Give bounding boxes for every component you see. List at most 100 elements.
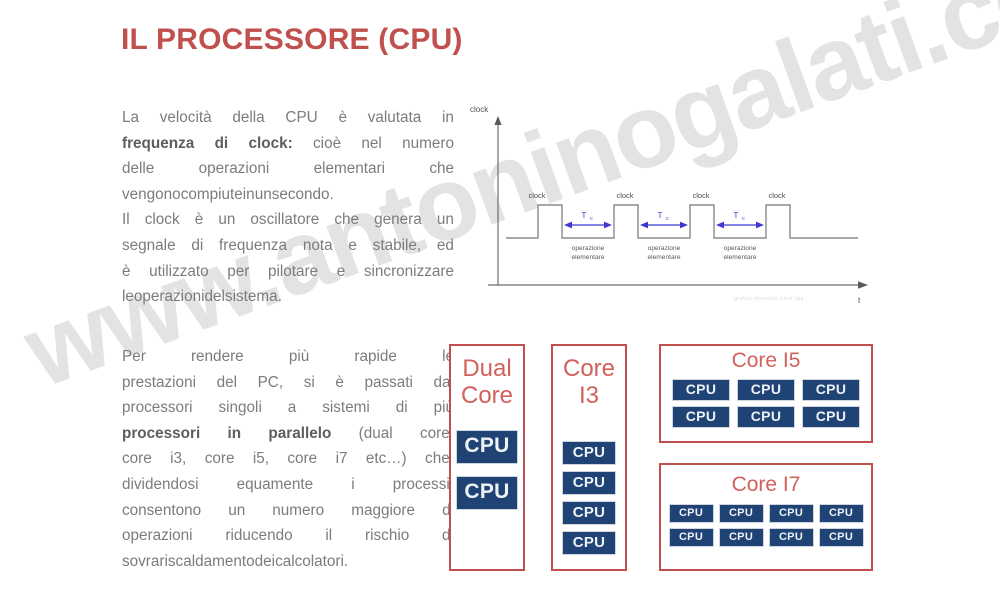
period-subscript: c — [590, 216, 593, 222]
text-line: sovrariscaldamento dei calcolatori. — [122, 549, 454, 575]
text-word: Il — [122, 211, 130, 229]
text-word: stabile, — [372, 236, 422, 254]
text-word: operazioni — [122, 527, 193, 545]
text-word: maggiore — [351, 501, 416, 519]
text-word: sovrariscaldamento — [122, 552, 255, 570]
text-word: core — [204, 450, 235, 468]
text-word: di — [191, 236, 204, 254]
text-word: genera — [374, 211, 422, 229]
panel-title: Dual Core — [451, 355, 523, 410]
cpu-chip: CPU — [768, 503, 814, 523]
period-labels: T c T c T c — [582, 211, 745, 222]
text-word: delle — [122, 160, 155, 178]
text-word: rischio — [365, 527, 410, 545]
cpu-chip: CPU — [718, 527, 764, 547]
panel-core-i3: Core I3 CPU CPU CPU CPU — [551, 344, 627, 571]
text-word: un — [436, 211, 454, 229]
text-word: compiute — [180, 185, 243, 203]
cpu-chip: CPU — [718, 503, 764, 523]
cpu-chip: CPU — [768, 527, 814, 547]
text-word: e — [348, 236, 357, 254]
cpu-chip: CPU — [802, 405, 860, 428]
text-word: consentono — [122, 501, 202, 519]
cpu-chip: CPU — [672, 378, 730, 401]
text-word: vengono — [122, 185, 181, 203]
operation-label-line1: operazione — [648, 245, 681, 252]
panel-dual-core: Dual Core CPU CPU — [449, 344, 525, 571]
cpu-chip: CPU — [562, 470, 616, 495]
text-line: La velocità della CPU è valutata in — [122, 105, 454, 131]
text-word: dividendosi — [122, 475, 199, 493]
text-word: di — [214, 134, 229, 152]
text-line: Perrenderepiùrapidele — [122, 344, 454, 370]
text-word: core — [122, 450, 152, 468]
text-word: ed — [436, 236, 454, 254]
text-word: clock — [144, 211, 180, 229]
text-word: calcolatori. — [275, 552, 349, 570]
y-axis-label: clock — [470, 105, 489, 114]
text-word: è — [335, 373, 344, 391]
text-word: in — [242, 185, 255, 203]
x-axis-label: t — [858, 296, 861, 305]
text-word: operazioni — [198, 160, 270, 178]
text-word: nota — [302, 236, 333, 254]
text-word: dei — [254, 552, 276, 570]
text-word: il — [325, 527, 333, 545]
text-word: i5, — [252, 450, 270, 468]
text-word: che — [429, 160, 454, 178]
operation-label-line1: operazione — [724, 245, 757, 252]
panel-title: Core I7 — [731, 473, 801, 496]
text-word: nel — [361, 134, 382, 152]
text-word: frequenza — [122, 134, 195, 152]
pulse-label: clock — [616, 191, 633, 200]
text-word: etc…) — [365, 450, 407, 468]
text-word: prestazioni — [122, 373, 196, 391]
panel-title-line: I3 — [578, 381, 599, 409]
cpu-chip-grid: CPU CPU CPU CPU CPU CPU CPU CPU — [661, 503, 871, 547]
text-word: i7 — [335, 450, 348, 468]
text-word: segnale — [122, 236, 176, 254]
period-label: T — [734, 211, 739, 220]
text-word: operazioni — [133, 288, 205, 306]
text-word: processori — [122, 424, 201, 442]
text-word: parallelo — [268, 424, 332, 442]
text-word: passati — [364, 373, 413, 391]
text-word: del — [216, 373, 237, 391]
operation-label-line1: operazione — [572, 245, 605, 252]
cpu-chip: CPU — [456, 475, 518, 510]
text-word: sistema. — [224, 288, 282, 306]
pulse-label: clock — [528, 191, 545, 200]
diagram-caption-faded: grafico intervallo clock cpu — [734, 296, 804, 302]
text-line: Il clock è un oscillatore che genera un — [122, 207, 454, 233]
text-word: si — [303, 373, 315, 391]
text-word: sincronizzare — [363, 262, 454, 280]
period-subscript: c — [742, 216, 745, 222]
text-word: processori — [122, 399, 193, 417]
text-line: core i3, core i5, core i7 etc…) che, — [122, 446, 454, 472]
text-word: più — [288, 348, 310, 365]
panel-title-line: Dual — [462, 355, 512, 382]
text-line: delle operazioni elementari che — [122, 156, 454, 182]
period-arrows — [564, 221, 764, 229]
text-line: processori in parallelo (dual core, — [122, 421, 454, 447]
cpu-chip: CPU — [456, 429, 518, 464]
text-word: clock: — [248, 134, 293, 152]
panel-title-line: Core — [460, 381, 514, 409]
period-label: T — [582, 211, 587, 220]
text-word: le — [122, 288, 134, 306]
text-word: numero — [402, 134, 454, 152]
text-word: che — [334, 211, 360, 229]
text-word: rendere — [190, 348, 244, 365]
text-word: un — [218, 211, 236, 229]
text-word: CPU — [285, 109, 318, 126]
text-line: operazioni riducendo il rischio di — [122, 523, 454, 549]
text-line: processori singoli a sistemi di più — [122, 395, 454, 421]
text-word: core — [287, 450, 318, 468]
text-word: pilotare — [267, 262, 319, 280]
cpu-chip: CPU — [818, 503, 864, 523]
text-word: sistemi — [322, 399, 370, 417]
cpu-chip: CPU — [562, 500, 616, 525]
cpu-chip: CPU — [818, 527, 864, 547]
text-word: processi, — [392, 475, 454, 493]
page-title: IL PROCESSORE (CPU) — [121, 23, 463, 56]
